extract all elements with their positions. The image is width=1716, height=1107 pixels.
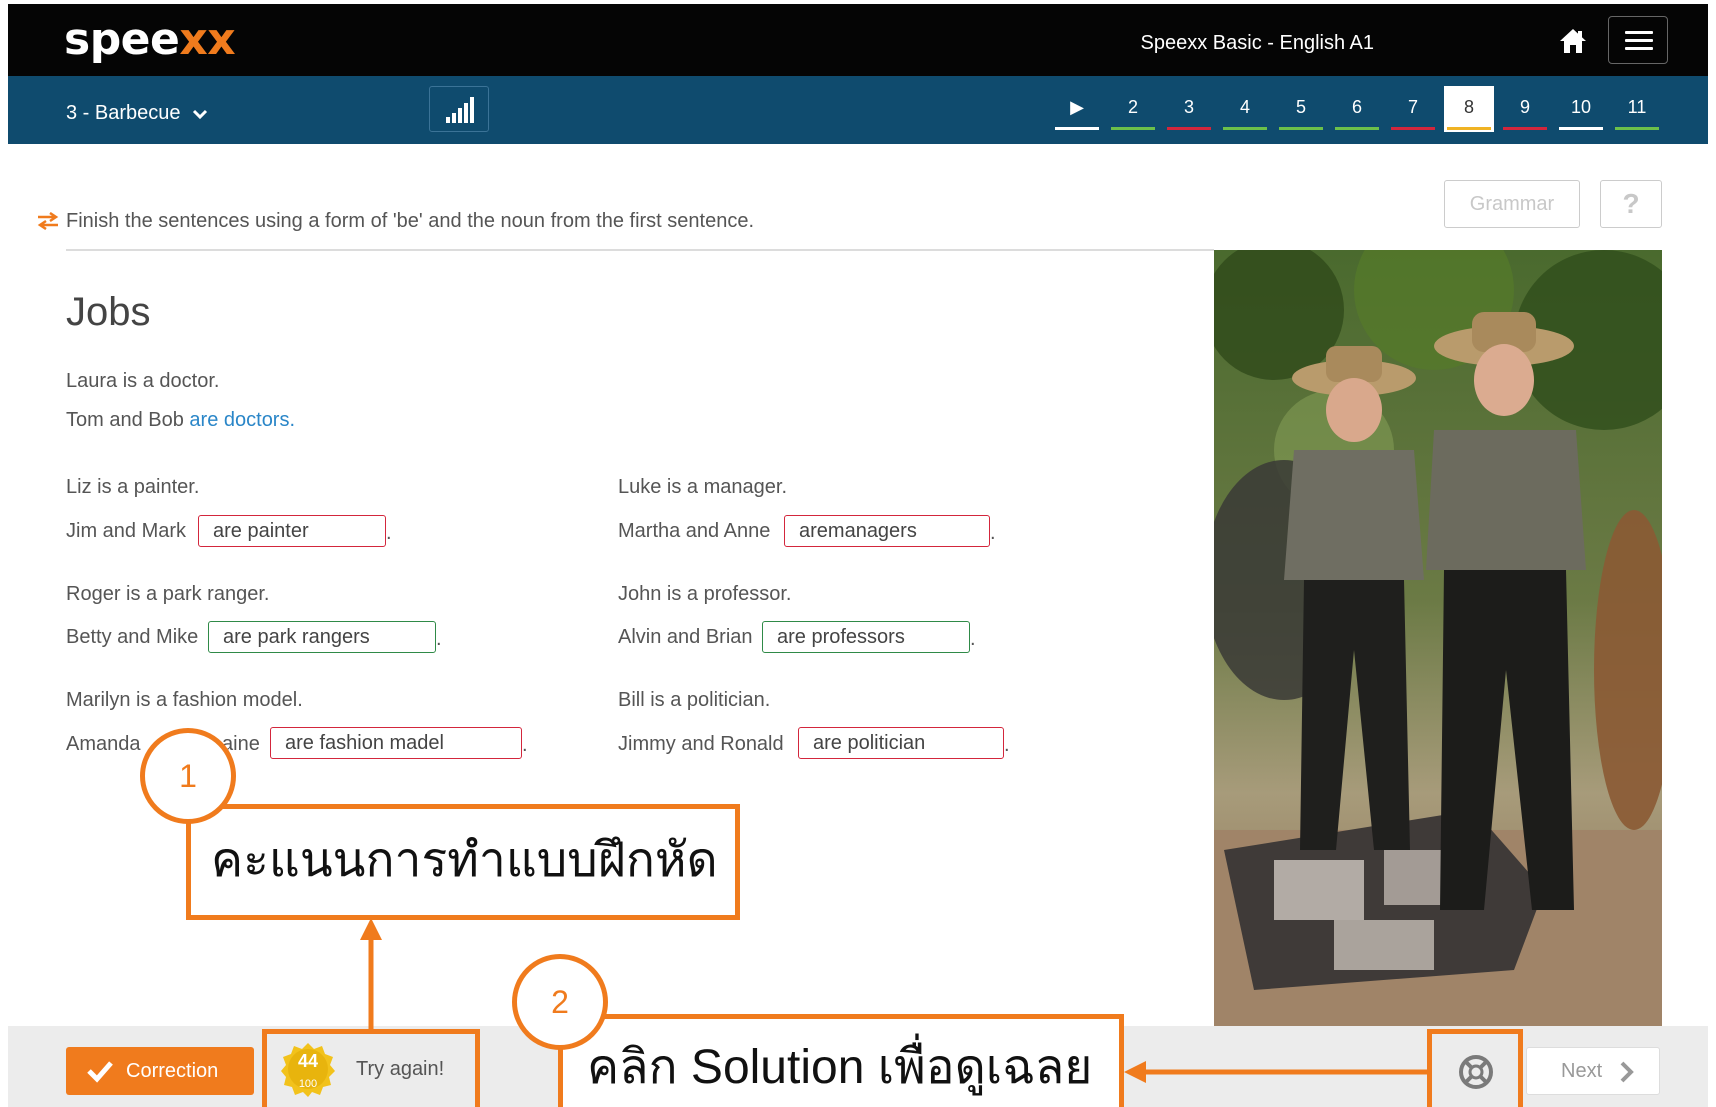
correction-button[interactable]: Correction bbox=[66, 1047, 254, 1095]
step-9[interactable]: 9 bbox=[1500, 86, 1550, 132]
step-status-line bbox=[1503, 127, 1547, 130]
roger-prompt: Betty and Mike bbox=[66, 626, 199, 648]
period: . bbox=[1004, 734, 1010, 756]
menu-bar-icon bbox=[1625, 47, 1653, 50]
roger-sentence: Roger is a park ranger. bbox=[66, 583, 270, 605]
next-button[interactable]: Next bbox=[1526, 1047, 1660, 1095]
john-sentence: John is a professor. bbox=[618, 583, 792, 605]
period: . bbox=[436, 628, 442, 650]
callout-number-1: 1 bbox=[140, 728, 236, 824]
step-status-line bbox=[1279, 127, 1323, 130]
speexx-logo[interactable]: speexx bbox=[64, 14, 236, 65]
luke-answer-input[interactable]: aremanagers bbox=[784, 515, 990, 547]
step-11[interactable]: 11 bbox=[1612, 86, 1662, 132]
solution-highlight-frame bbox=[1427, 1029, 1523, 1107]
step-3[interactable]: 3 bbox=[1164, 86, 1214, 132]
level-button[interactable] bbox=[429, 86, 489, 132]
example-prompt: Tom and Bob bbox=[66, 409, 184, 431]
roger-answer-input[interactable]: are park rangers bbox=[208, 621, 436, 653]
step-status-line bbox=[1111, 127, 1155, 130]
home-icon[interactable] bbox=[1558, 26, 1588, 56]
john-prompt: Alvin and Brian bbox=[618, 626, 753, 648]
step-status-line bbox=[1447, 127, 1491, 130]
instruction-text: Finish the sentences using a form of 'be… bbox=[66, 210, 755, 232]
bill-sentence: Bill is a politician. bbox=[618, 689, 771, 711]
example-answer: are doctors. bbox=[189, 409, 296, 431]
step-status-line bbox=[1223, 127, 1267, 130]
step-7[interactable]: 7 bbox=[1388, 86, 1438, 132]
chevron-right-icon bbox=[1620, 1061, 1634, 1083]
step-2[interactable]: 2 bbox=[1108, 86, 1158, 132]
period: . bbox=[522, 734, 528, 756]
exercise-title: Jobs bbox=[66, 290, 151, 334]
lesson-nav-bar: 3 - Barbecue ▶ 2 3 4 5 6 7 8 9 10 11 bbox=[8, 76, 1708, 144]
marilyn-prompt: Amanda bbox=[66, 733, 141, 755]
step-8-current[interactable]: 8 bbox=[1444, 86, 1494, 132]
liz-answer-input[interactable]: are painter bbox=[198, 515, 386, 547]
swap-arrows-icon bbox=[37, 212, 59, 230]
marilyn-answer-input[interactable]: are fashion madel bbox=[270, 727, 522, 759]
divider bbox=[66, 249, 1214, 251]
step-10[interactable]: 10 bbox=[1556, 86, 1606, 132]
step-status-line bbox=[1335, 127, 1379, 130]
bill-answer-input[interactable]: are politician bbox=[798, 727, 1004, 759]
step-status-line bbox=[1167, 127, 1211, 130]
hamburger-menu-button[interactable] bbox=[1608, 16, 1668, 64]
unit-selector[interactable]: 3 - Barbecue bbox=[66, 102, 208, 125]
marilyn-sentence: Marilyn is a fashion model. bbox=[66, 689, 303, 711]
step-status-line bbox=[1615, 127, 1659, 130]
period: . bbox=[990, 522, 996, 544]
signal-bars-icon bbox=[446, 97, 474, 123]
period: . bbox=[386, 522, 392, 544]
luke-prompt: Martha and Anne bbox=[618, 520, 771, 542]
chevron-down-icon bbox=[193, 109, 208, 119]
course-title: Speexx Basic - English A1 bbox=[1140, 32, 1374, 54]
step-1[interactable]: ▶ bbox=[1052, 86, 1102, 132]
bill-prompt: Jimmy and Ronald bbox=[618, 733, 784, 755]
callout-number-2: 2 bbox=[512, 954, 608, 1050]
help-button[interactable]: ? bbox=[1600, 180, 1662, 228]
step-status-line bbox=[1391, 127, 1435, 130]
john-answer-input[interactable]: are professors bbox=[762, 621, 970, 653]
example-sentence: Laura is a doctor. bbox=[66, 370, 220, 392]
score-highlight-frame bbox=[262, 1029, 480, 1107]
step-6[interactable]: 6 bbox=[1332, 86, 1382, 132]
step-4[interactable]: 4 bbox=[1220, 86, 1270, 132]
park-rangers-photo bbox=[1214, 250, 1662, 1026]
liz-sentence: Liz is a painter. bbox=[66, 476, 200, 498]
luke-sentence: Luke is a manager. bbox=[618, 476, 787, 498]
menu-bar-icon bbox=[1625, 31, 1653, 34]
menu-bar-icon bbox=[1625, 39, 1653, 42]
step-status-line bbox=[1559, 127, 1603, 130]
callout-score-box: คะแนนการทำแบบฝึกหัด bbox=[186, 804, 740, 920]
example-line: Tom and Bob are doctors. bbox=[66, 409, 295, 432]
grammar-button[interactable]: Grammar bbox=[1444, 180, 1580, 228]
liz-prompt: Jim and Mark bbox=[66, 520, 187, 542]
period: . bbox=[970, 628, 976, 650]
step-status-line bbox=[1055, 127, 1099, 130]
top-bar: speexx Speexx Basic - English A1 bbox=[8, 4, 1708, 76]
step-5[interactable]: 5 bbox=[1276, 86, 1326, 132]
callout-solution-box: คลิก Solution เพื่อดูเฉลย bbox=[558, 1014, 1124, 1107]
checkmark-icon bbox=[87, 1061, 113, 1083]
